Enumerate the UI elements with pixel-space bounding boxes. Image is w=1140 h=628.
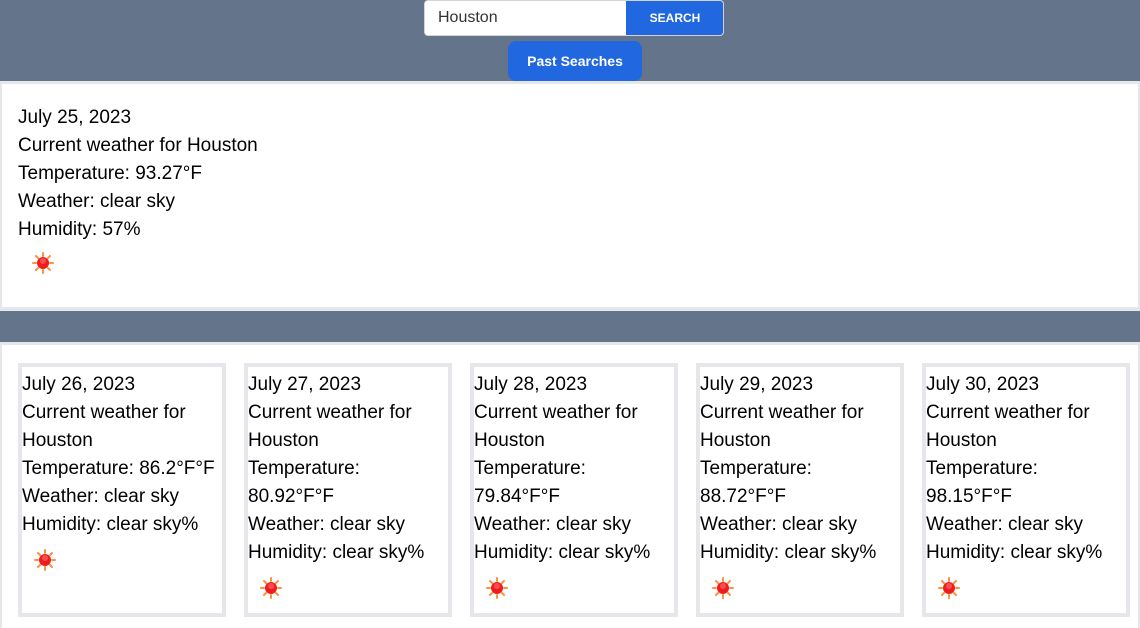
forecast-humidity: Humidity: clear sky% (926, 542, 1103, 563)
forecast-temperature: Temperature: 98.15°F°F (926, 458, 1038, 507)
forecast-date: July 26, 2023 (22, 374, 136, 395)
forecast-temperature: Temperature: 79.84°F°F (474, 458, 586, 507)
search-input[interactable] (425, 1, 651, 35)
current-date: July 25, 2023 (18, 107, 132, 128)
forecast-section: July 26, 2023 Current weather for Houston… (2, 345, 1138, 628)
current-title: Current weather for Houston (18, 135, 258, 156)
forecast-card: July 29, 2023 Current weather for Houston… (696, 363, 904, 617)
forecast-temperature: Temperature: 88.72°F°F (700, 458, 812, 507)
past-searches-button[interactable]: Past Searches (508, 41, 642, 81)
forecast-weather: Weather: clear sky (926, 514, 1083, 535)
forecast-humidity: Humidity: clear sky% (474, 542, 651, 563)
forecast-title: Current weather for Houston (700, 402, 864, 451)
sun-icon (486, 577, 508, 599)
current-humidity: Humidity: 57% (18, 219, 141, 240)
sun-icon (32, 252, 54, 274)
header: SEARCH Past Searches (0, 0, 1140, 81)
current-weather: Weather: clear sky (18, 191, 175, 212)
forecast-weather: Weather: clear sky (474, 514, 631, 535)
forecast-date: July 29, 2023 (700, 374, 814, 395)
forecast-humidity: Humidity: clear sky% (22, 514, 199, 535)
current-weather-card: July 25, 2023 Current weather for Housto… (2, 84, 1138, 307)
forecast-weather: Weather: clear sky (700, 514, 857, 535)
forecast-card: July 30, 2023 Current weather for Houston… (922, 363, 1130, 617)
current-temperature: Temperature: 93.27°F (18, 163, 202, 184)
forecast-weather: Weather: clear sky (22, 486, 179, 507)
forecast-card: July 27, 2023 Current weather for Houston… (244, 363, 452, 617)
sun-icon (938, 577, 960, 599)
forecast-title: Current weather for Houston (248, 402, 412, 451)
forecast-humidity: Humidity: clear sky% (248, 542, 425, 563)
forecast-weather: Weather: clear sky (248, 514, 405, 535)
forecast-title: Current weather for Houston (474, 402, 638, 451)
forecast-card: July 26, 2023 Current weather for Houston… (18, 363, 226, 617)
forecast-humidity: Humidity: clear sky% (700, 542, 877, 563)
forecast-card: July 28, 2023 Current weather for Houston… (470, 363, 678, 617)
forecast-title: Current weather for Houston (22, 402, 186, 451)
forecast-temperature: Temperature: 80.92°F°F (248, 458, 360, 507)
search-form: SEARCH (424, 0, 724, 36)
forecast-date: July 30, 2023 (926, 374, 1040, 395)
sun-icon (712, 577, 734, 599)
forecast-title: Current weather for Houston (926, 402, 1090, 451)
search-button[interactable]: SEARCH (626, 1, 723, 35)
forecast-date: July 27, 2023 (248, 374, 362, 395)
forecast-date: July 28, 2023 (474, 374, 588, 395)
divider-bar (0, 311, 1140, 342)
sun-icon (34, 549, 56, 571)
sun-icon (260, 577, 282, 599)
forecast-temperature: Temperature: 86.2°F°F (22, 458, 215, 479)
